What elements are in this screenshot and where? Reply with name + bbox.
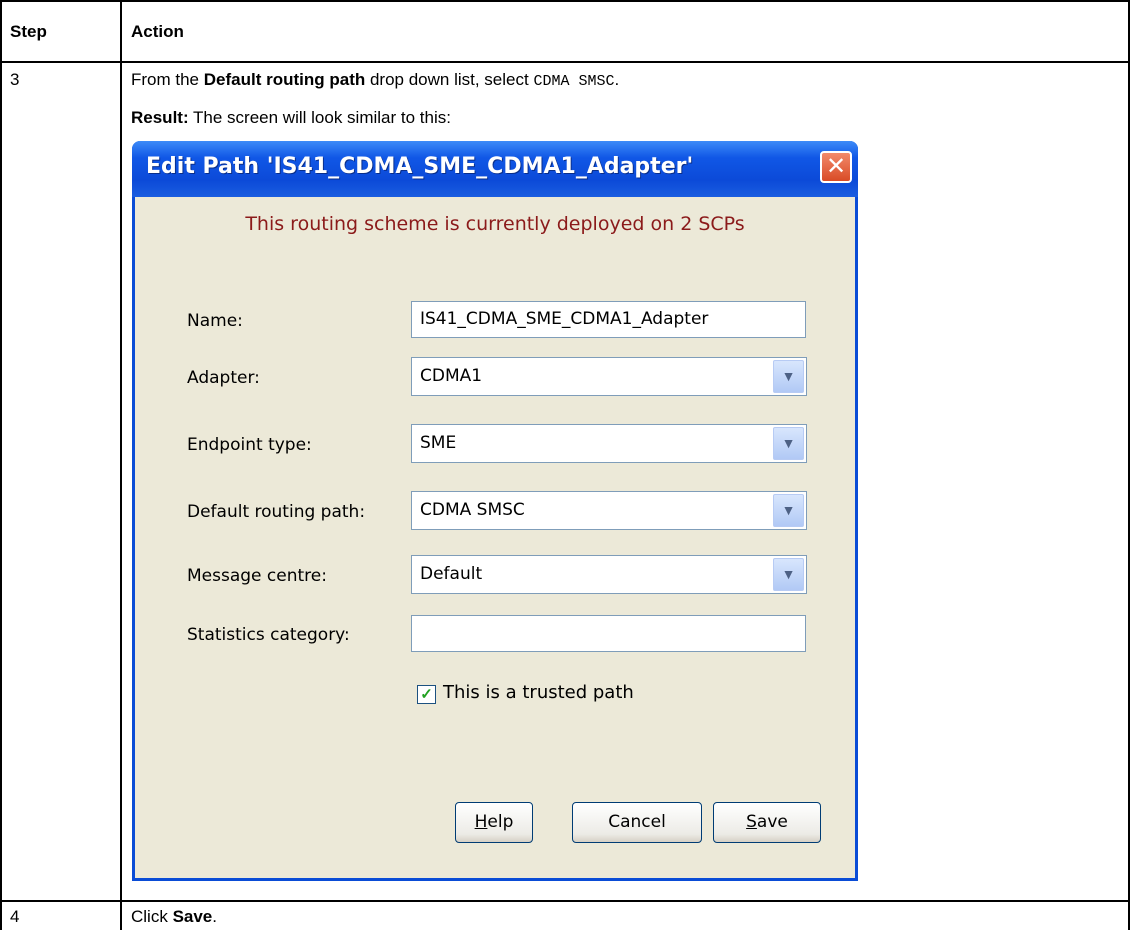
- message-centre-select[interactable]: Default ▼: [411, 555, 807, 594]
- help-button[interactable]: Help: [455, 802, 533, 843]
- statistics-category-field[interactable]: [411, 615, 806, 652]
- step-number: 4: [10, 907, 20, 926]
- message-centre-label: Message centre:: [187, 566, 327, 586]
- trusted-path-label: This is a trusted path: [443, 682, 634, 703]
- cancel-button[interactable]: Cancel: [572, 802, 702, 843]
- table-border-top: [0, 0, 1130, 2]
- default-routing-path-value: CDMA SMSC: [420, 500, 525, 520]
- message-centre-value: Default: [420, 564, 483, 584]
- endpoint-type-label: Endpoint type:: [187, 435, 312, 455]
- adapter-value: CDMA1: [420, 366, 483, 386]
- header-divider: [0, 61, 1130, 63]
- table-border-left: [0, 0, 2, 930]
- statistics-category-label: Statistics category:: [187, 625, 350, 645]
- default-routing-path-select[interactable]: CDMA SMSC ▼: [411, 491, 807, 530]
- chevron-down-icon[interactable]: ▼: [773, 427, 804, 460]
- chevron-down-icon[interactable]: ▼: [773, 494, 804, 527]
- default-routing-path-label: Default routing path:: [187, 502, 366, 522]
- dialog-title: Edit Path 'IS41_CDMA_SME_CDMA1_Adapter': [146, 154, 694, 179]
- header-step: Step: [10, 22, 47, 41]
- name-field[interactable]: IS41_CDMA_SME_CDMA1_Adapter: [411, 301, 806, 338]
- name-label: Name:: [187, 311, 243, 331]
- adapter-label: Adapter:: [187, 368, 260, 388]
- chevron-down-icon[interactable]: ▼: [773, 360, 804, 393]
- header-action: Action: [131, 22, 184, 41]
- step-instruction: From the Default routing path drop down …: [131, 70, 620, 90]
- save-button[interactable]: Save: [713, 802, 821, 843]
- edit-path-dialog: Edit Path 'IS41_CDMA_SME_CDMA1_Adapter' …: [132, 141, 858, 881]
- row-divider: [0, 900, 1130, 902]
- close-icon[interactable]: ✕: [820, 151, 852, 183]
- step-result: Result: The screen will look similar to …: [131, 108, 451, 127]
- adapter-select[interactable]: CDMA1 ▼: [411, 357, 807, 396]
- step-instruction: Click Save.: [131, 907, 217, 926]
- endpoint-type-select[interactable]: SME ▼: [411, 424, 807, 463]
- chevron-down-icon[interactable]: ▼: [773, 558, 804, 591]
- column-divider: [120, 0, 122, 930]
- deployment-notice: This routing scheme is currently deploye…: [245, 213, 745, 235]
- endpoint-type-value: SME: [420, 433, 457, 453]
- checkbox-checked-icon[interactable]: ✓: [417, 685, 436, 704]
- step-number: 3: [10, 70, 20, 89]
- dialog-titlebar[interactable]: Edit Path 'IS41_CDMA_SME_CDMA1_Adapter' …: [132, 141, 858, 197]
